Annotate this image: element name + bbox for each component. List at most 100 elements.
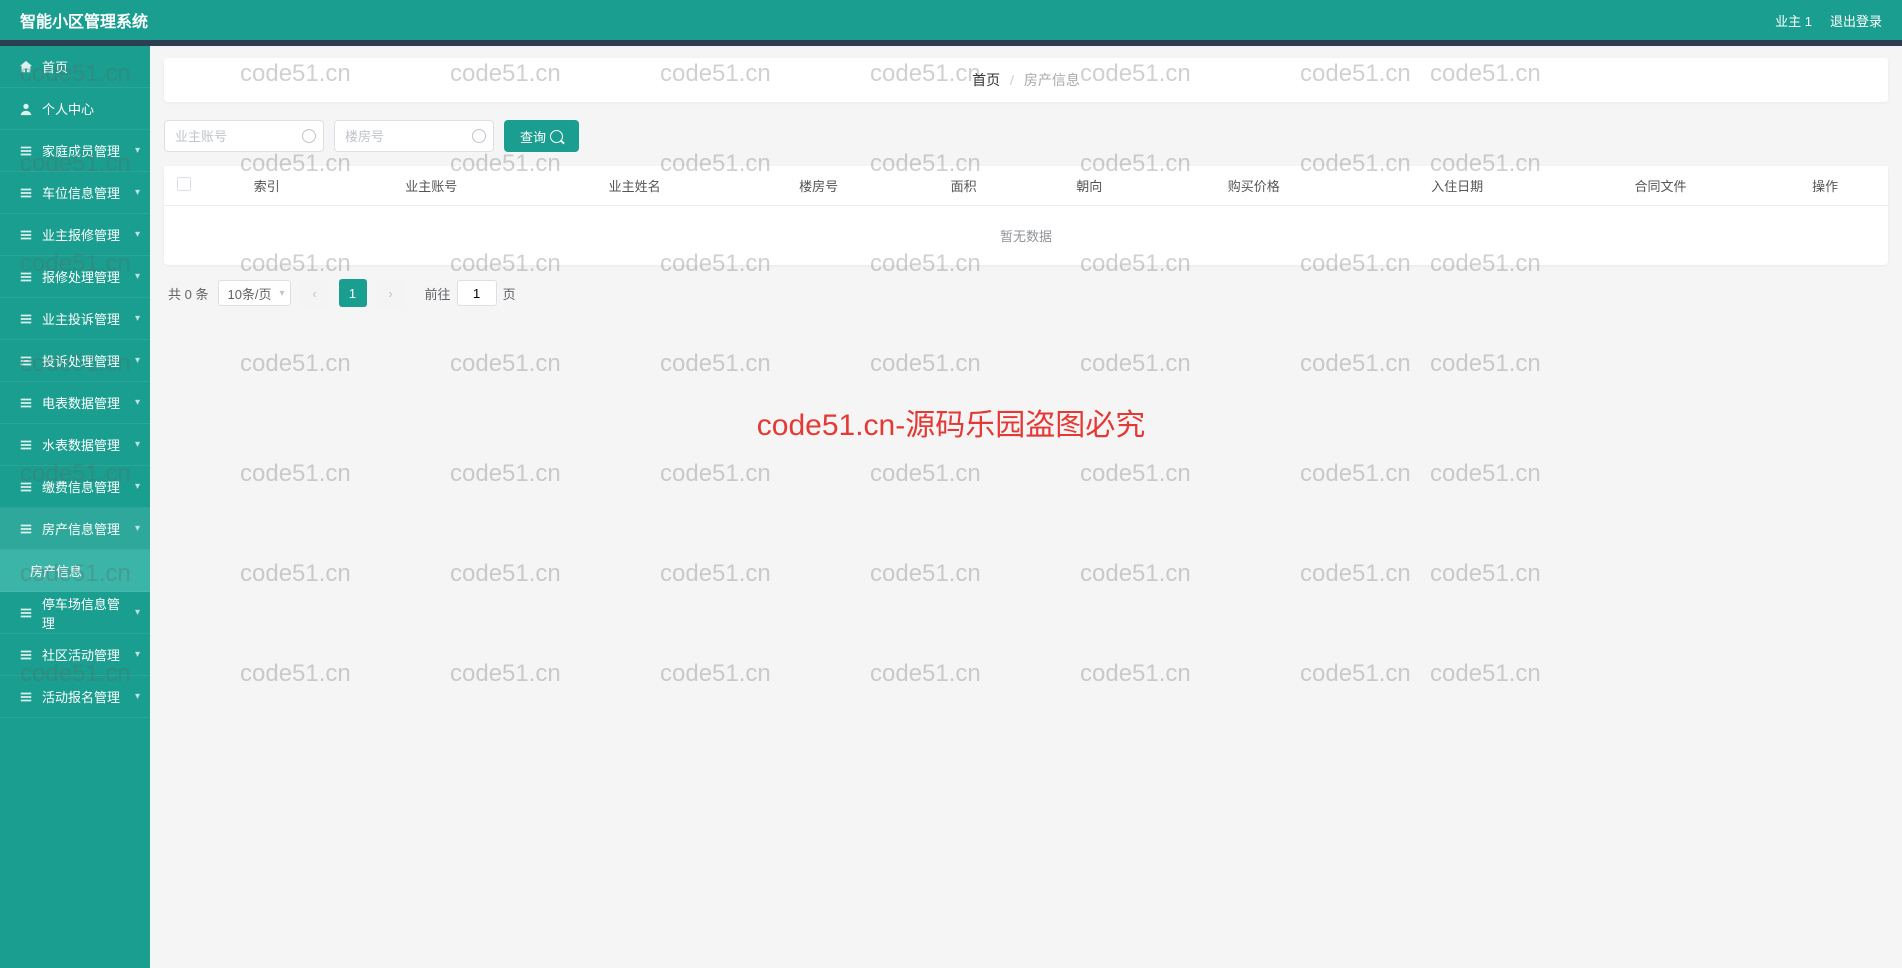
breadcrumb-current: 房产信息 (1024, 72, 1080, 88)
sidebar-item-label: 投诉处理管理 (42, 351, 120, 370)
sidebar-item-房产信息管理[interactable]: 房产信息管理 ▾ (0, 508, 150, 550)
page-jump-input[interactable] (457, 280, 497, 306)
search-owner-input[interactable] (164, 120, 324, 152)
page-total: 共 0 条 (168, 284, 208, 303)
chevron-down-icon: ▾ (135, 187, 140, 198)
search-building-wrap (334, 120, 494, 152)
sidebar-subitem-property[interactable]: 房产信息 (0, 550, 150, 592)
chevron-down-icon: ▾ (135, 271, 140, 282)
col-索引: 索引 (204, 166, 330, 206)
col-入住日期: 入住日期 (1356, 166, 1559, 206)
sidebar-item-电表数据管理[interactable]: 电表数据管理 ▾ (0, 382, 150, 424)
main-content: 首页 / 房产信息 查询 索引业主账号业主姓名楼房号面积朝向购买价格入住日期合同… (150, 46, 1902, 968)
sidebar-item-车位信息管理[interactable]: 车位信息管理 ▾ (0, 172, 150, 214)
page-next-button[interactable]: › (377, 279, 405, 307)
user-icon (18, 101, 34, 117)
search-icon (550, 130, 563, 143)
sidebar-item-label: 社区活动管理 (42, 645, 120, 664)
chevron-down-icon: ▾ (135, 481, 140, 492)
sidebar-item-label: 房产信息管理 (42, 519, 120, 538)
jump-suffix: 页 (503, 284, 516, 303)
breadcrumb-home[interactable]: 首页 (972, 72, 1000, 88)
sidebar-item-label: 家庭成员管理 (42, 141, 120, 160)
col-业主账号: 业主账号 (330, 166, 533, 206)
process-icon (18, 269, 34, 285)
signup-icon (18, 689, 34, 705)
col-楼房号: 楼房号 (736, 166, 901, 206)
activity-icon (18, 647, 34, 663)
sidebar-item-社区活动管理[interactable]: 社区活动管理 ▾ (0, 634, 150, 676)
search-building-input[interactable] (334, 120, 494, 152)
sidebar-item-label: 车位信息管理 (42, 183, 120, 202)
pagination: 共 0 条 10条/页 ‹ 1 › 前往 页 (164, 265, 1888, 321)
sidebar-item-业主报修管理[interactable]: 业主报修管理 ▾ (0, 214, 150, 256)
sidebar-item-label: 缴费信息管理 (42, 477, 120, 496)
sidebar-item-label: 业主报修管理 (42, 225, 120, 244)
sidebar-item-投诉处理管理[interactable]: 投诉处理管理 ▾ (0, 340, 150, 382)
search-owner-wrap (164, 120, 324, 152)
car-icon (18, 185, 34, 201)
sidebar-item-报修处理管理[interactable]: 报修处理管理▾ (0, 256, 150, 298)
search-row: 查询 (164, 112, 1888, 166)
chevron-down-icon: ▾ (135, 439, 140, 450)
clear-icon[interactable] (472, 129, 486, 143)
search-button[interactable]: 查询 (504, 120, 579, 152)
complaint-icon (18, 311, 34, 327)
parking-icon (18, 605, 34, 621)
fee-icon (18, 479, 34, 495)
col-朝向: 朝向 (1027, 166, 1153, 206)
sidebar-item-label: 电表数据管理 (42, 393, 120, 412)
page-prev-button[interactable]: ‹ (301, 279, 329, 307)
sidebar-item-label: 业主投诉管理 (42, 309, 120, 328)
col-操作: 操作 (1762, 166, 1888, 206)
data-table: 索引业主账号业主姓名楼房号面积朝向购买价格入住日期合同文件操作 暂无数据 (164, 166, 1888, 265)
breadcrumb-sep: / (1010, 72, 1014, 88)
clear-icon[interactable] (302, 129, 316, 143)
elec-icon (18, 395, 34, 411)
select-all-checkbox[interactable] (177, 177, 191, 191)
header: 智能小区管理系统 业主 1 退出登录 (0, 0, 1902, 40)
col-业主姓名: 业主姓名 (533, 166, 736, 206)
user-label[interactable]: 业主 1 (1775, 11, 1812, 30)
logout-link[interactable]: 退出登录 (1830, 11, 1882, 30)
sidebar-item-label: 个人中心 (42, 99, 94, 118)
sidebar-item-水表数据管理[interactable]: 水表数据管理 ▾ (0, 424, 150, 466)
chevron-down-icon: ▾ (135, 397, 140, 408)
header-right: 业主 1 退出登录 (1775, 11, 1882, 30)
sidebar-item-缴费信息管理[interactable]: 缴费信息管理 ▾ (0, 466, 150, 508)
sidebar-item-家庭成员管理[interactable]: 家庭成员管理 ▾ (0, 130, 150, 172)
table-wrap: 索引业主账号业主姓名楼房号面积朝向购买价格入住日期合同文件操作 暂无数据 (164, 166, 1888, 265)
empty-row: 暂无数据 (164, 206, 1888, 266)
col-购买价格: 购买价格 (1152, 166, 1355, 206)
app-title: 智能小区管理系统 (20, 8, 148, 32)
chevron-down-icon: ▾ (135, 355, 140, 366)
family-icon (18, 143, 34, 159)
sidebar-item-label: 停车场信息管理 (42, 594, 132, 632)
sidebar-item-个人中心[interactable]: 个人中心 (0, 88, 150, 130)
house-icon (18, 521, 34, 537)
chevron-down-icon: ▾ (135, 145, 140, 156)
handle-icon (18, 353, 34, 369)
jump-prefix: 前往 (425, 284, 451, 303)
chevron-down-icon: ▾ (135, 523, 140, 534)
sidebar: 首页个人中心家庭成员管理▾车位信息管理▾业主报修管理▾报修处理管理▾业主投诉管理… (0, 46, 150, 968)
sidebar-item-label: 首页 (42, 57, 68, 76)
page-jump: 前往 页 (425, 280, 516, 306)
sidebar-item-首页[interactable]: 首页 (0, 46, 150, 88)
sidebar-item-label: 水表数据管理 (42, 435, 120, 454)
chevron-down-icon: ▾ (135, 229, 140, 240)
search-button-label: 查询 (520, 127, 546, 146)
chevron-down-icon: ▾ (135, 313, 140, 324)
repair-icon (18, 227, 34, 243)
sidebar-item-label: 活动报名管理 (42, 687, 120, 706)
sidebar-item-业主投诉管理[interactable]: 业主投诉管理 ▾ (0, 298, 150, 340)
sidebar-item-停车场信息管理[interactable]: 停车场信息管理▾ (0, 592, 150, 634)
col-面积: 面积 (901, 166, 1027, 206)
page-number-button[interactable]: 1 (339, 279, 367, 307)
chevron-down-icon: ▾ (135, 649, 140, 660)
chevron-down-icon: ▾ (135, 607, 140, 618)
breadcrumb: 首页 / 房产信息 (164, 58, 1888, 102)
page-size-select[interactable]: 10条/页 (218, 280, 290, 306)
chevron-down-icon: ▾ (135, 691, 140, 702)
sidebar-item-活动报名管理[interactable]: 活动报名管理 ▾ (0, 676, 150, 718)
